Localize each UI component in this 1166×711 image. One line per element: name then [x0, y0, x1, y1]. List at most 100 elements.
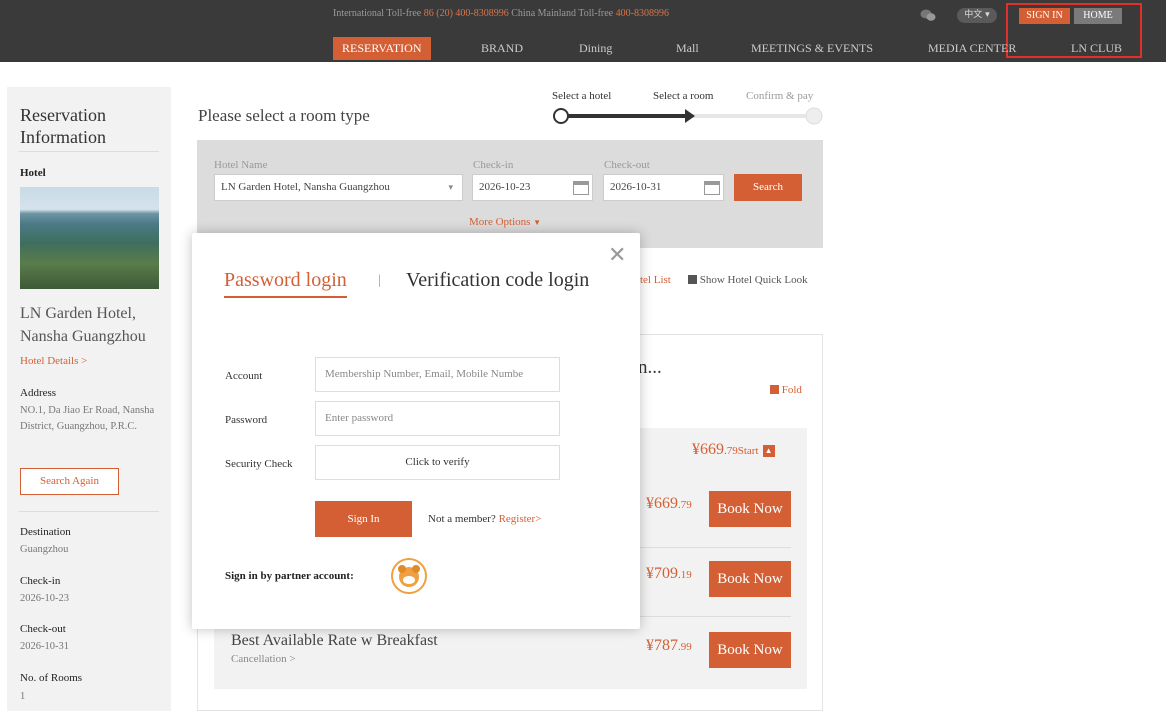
sidebar-heading: Reservation Information	[20, 105, 106, 147]
checkout-label: Check-out	[20, 623, 66, 635]
start-price-dec: .79	[724, 445, 738, 457]
toll-free-info: International Toll-free 86 (20) 400-8308…	[333, 8, 669, 19]
cancellation-link[interactable]: Cancellation >	[231, 653, 296, 665]
checkout-field-value: 2026-10-31	[610, 181, 662, 193]
toll-cn-number[interactable]: 400-8308996	[616, 8, 669, 19]
square-icon	[688, 275, 697, 284]
calendar-icon[interactable]	[704, 181, 720, 195]
fold-label: Fold	[781, 384, 802, 396]
checkout-field[interactable]: 2026-10-31	[603, 174, 724, 201]
register-link[interactable]: Register>	[499, 513, 542, 525]
minus-icon	[770, 385, 779, 394]
toll-intl-label: International Toll-free	[333, 8, 422, 19]
checkin-field-value: 2026-10-23	[479, 181, 531, 193]
verify-button[interactable]: Click to verify	[315, 445, 560, 480]
nav-ln-club[interactable]: LN CLUB	[1071, 37, 1122, 60]
book-now-button[interactable]: Book Now	[709, 561, 791, 597]
toll-cn-label: China Mainland Toll-free	[511, 8, 614, 19]
hotel-list-link[interactable]: tel List	[640, 274, 671, 286]
rate-price-dec: .79	[678, 499, 692, 511]
start-price: ¥669.79Start ▲	[692, 441, 775, 459]
security-check-label: Security Check	[225, 458, 293, 470]
rate-price-int: ¥787	[646, 637, 678, 654]
checkin-field-label: Check-in	[473, 159, 514, 171]
calendar-icon[interactable]	[573, 181, 589, 195]
step-select-hotel: Select a hotel	[552, 90, 612, 102]
rate-price-dec: .19	[678, 569, 692, 581]
tab-verification-code-login[interactable]: Verification code login	[406, 269, 589, 292]
partner-account-icon[interactable]	[390, 557, 428, 595]
destination-label: Destination	[20, 526, 71, 538]
step-confirm-pay: Confirm & pay	[746, 90, 814, 102]
wechat-icon[interactable]	[920, 8, 936, 22]
checkin-label: Check-in	[20, 575, 61, 587]
checkin-field[interactable]: 2026-10-23	[472, 174, 593, 201]
rate-price: ¥669.79	[646, 495, 692, 513]
page-title: Please select a room type	[198, 106, 370, 125]
rate-price-int: ¥709	[646, 565, 678, 582]
password-label: Password	[225, 414, 268, 426]
nav-reservation[interactable]: RESERVATION	[333, 37, 431, 60]
chevron-down-icon: ▾	[448, 182, 453, 192]
nav-meetings-events[interactable]: MEETINGS & EVENTS	[751, 37, 873, 60]
rooms-label: No. of Rooms	[20, 672, 83, 684]
checkout-value: 2026-10-31	[20, 641, 69, 652]
quick-look-label: Show Hotel Quick Look	[699, 274, 808, 286]
start-suffix: Start	[737, 445, 759, 457]
divider	[19, 511, 159, 512]
hotel-name: LN Garden Hotel, Nansha Guangzhou	[20, 305, 146, 345]
toll-intl-number[interactable]: 86 (20) 400-8308996	[424, 8, 509, 19]
account-label: Account	[225, 370, 263, 382]
account-input[interactable]: Membership Number, Email, Mobile Numbe	[315, 357, 560, 392]
progress-steps: Select a hotel Select a room Confirm & p…	[552, 87, 827, 127]
rate-name: Best Available Rate w Breakfast	[231, 632, 438, 649]
hotel-name-label: Hotel Name	[214, 159, 268, 171]
more-options-link[interactable]: More Options ▼	[469, 216, 541, 228]
rate-price-dec: .99	[678, 641, 692, 653]
partner-login-label: Sign in by partner account:	[225, 570, 354, 582]
nav-media-center[interactable]: MEDIA CENTER	[928, 37, 1016, 60]
password-input[interactable]: Enter password	[315, 401, 560, 436]
checkout-field-label: Check-out	[604, 159, 650, 171]
tab-separator: |	[378, 273, 381, 288]
address-label: Address	[20, 387, 57, 399]
rate-price: ¥787.99	[646, 637, 692, 655]
hotel-photo	[20, 187, 159, 289]
caret-down-icon: ▼	[533, 218, 542, 227]
modal-sign-in-button[interactable]: Sign In	[315, 501, 412, 537]
reservation-sidebar: Reservation Information Hotel LN Garden …	[7, 87, 171, 711]
hotel-label: Hotel	[20, 167, 46, 179]
top-bar: International Toll-free 86 (20) 400-8308…	[0, 0, 1166, 62]
search-panel: Hotel Name LN Garden Hotel, Nansha Guang…	[197, 140, 823, 248]
language-select[interactable]: 中文 ▾	[957, 8, 997, 23]
hotel-select-value: LN Garden Hotel, Nansha Guangzhou	[221, 181, 390, 193]
hotel-details-link[interactable]: Hotel Details >	[20, 355, 87, 367]
language-label: 中文	[964, 10, 983, 20]
step-select-room: Select a room	[653, 90, 714, 102]
result-title: n...	[638, 357, 662, 378]
book-now-button[interactable]: Book Now	[709, 491, 791, 527]
register-prompt: Not a member? Register>	[428, 513, 541, 525]
fold-toggle[interactable]: Fold	[770, 384, 802, 396]
start-price-int: ¥669	[692, 441, 724, 458]
not-member-text: Not a member?	[428, 513, 496, 525]
quick-look-toggle[interactable]: Show Hotel Quick Look	[688, 274, 808, 286]
checkin-value: 2026-10-23	[20, 593, 69, 604]
main-nav: RESERVATION BRAND Dining Mall MEETINGS &…	[0, 33, 1166, 62]
search-button[interactable]: Search	[734, 174, 802, 201]
rooms-value: 1	[20, 691, 26, 702]
tab-password-login[interactable]: Password login	[224, 269, 347, 298]
nav-mall[interactable]: Mall	[676, 37, 699, 60]
nav-dining[interactable]: Dining	[579, 37, 612, 60]
rate-price: ¥709.19	[646, 565, 692, 583]
login-modal: ✕ Password login | Verification code log…	[192, 233, 640, 629]
search-again-button[interactable]: Search Again	[20, 468, 119, 495]
collapse-icon[interactable]: ▲	[762, 445, 775, 457]
hotel-select[interactable]: LN Garden Hotel, Nansha Guangzhou ▾	[214, 174, 463, 201]
nav-brand[interactable]: BRAND	[481, 37, 523, 60]
destination-value: Guangzhou	[20, 544, 69, 555]
rate-price-int: ¥669	[646, 495, 678, 512]
address-text: NO.1, Da Jiao Er Road, Nansha District, …	[20, 405, 155, 432]
book-now-button[interactable]: Book Now	[709, 632, 791, 668]
close-icon[interactable]: ✕	[608, 243, 626, 268]
